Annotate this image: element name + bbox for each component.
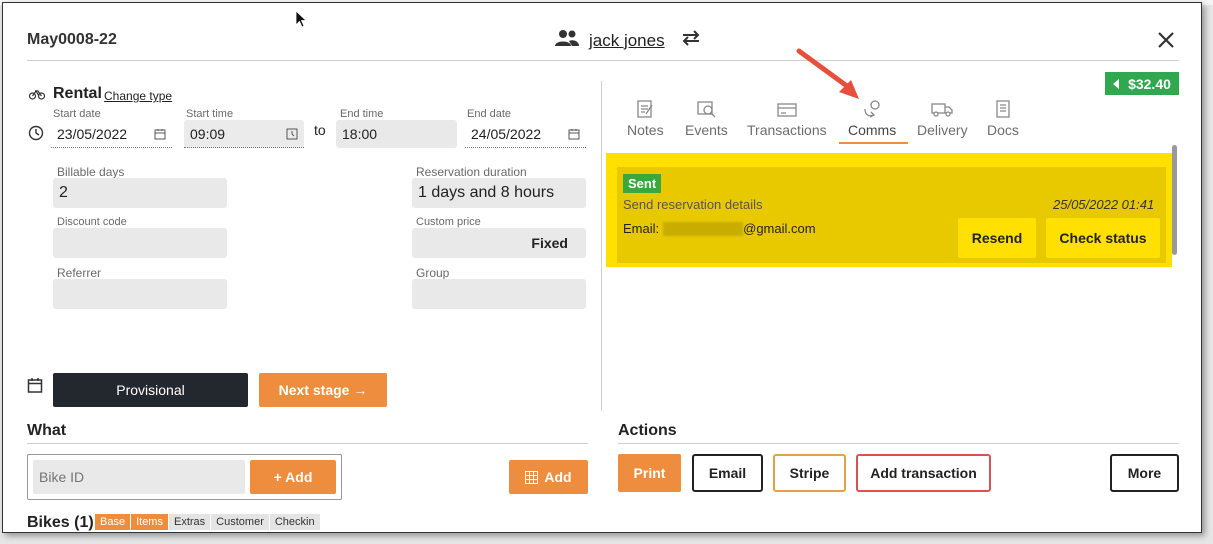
annotation-arrow-icon bbox=[793, 47, 873, 112]
column-divider bbox=[601, 81, 602, 411]
end-date-value: 24/05/2022 bbox=[471, 125, 542, 142]
email-domain: @gmail.com bbox=[743, 221, 816, 236]
add-transaction-button[interactable]: Add transaction bbox=[856, 454, 991, 492]
stripe-button[interactable]: Stripe bbox=[773, 454, 846, 492]
email-button[interactable]: Email bbox=[692, 454, 763, 492]
tag-checkin[interactable]: Checkin bbox=[269, 514, 320, 530]
more-button[interactable]: More bbox=[1110, 454, 1179, 492]
tag-extras[interactable]: Extras bbox=[168, 514, 211, 530]
tab-notes[interactable]: Notes bbox=[627, 99, 664, 138]
bike-icon bbox=[28, 87, 46, 105]
start-time-field[interactable]: 09:09 bbox=[184, 120, 304, 148]
end-date-label: End date bbox=[467, 108, 512, 120]
resend-button[interactable]: Resend bbox=[958, 218, 1036, 258]
what-divider bbox=[27, 443, 588, 444]
tab-transactions-label: Transactions bbox=[747, 122, 827, 138]
reservation-ref: May0008-22 bbox=[27, 31, 117, 48]
start-date-label: Start date bbox=[53, 108, 101, 120]
group-field[interactable] bbox=[412, 279, 586, 309]
billable-days-label: Billable days bbox=[57, 165, 125, 179]
balance-amount: $32.40 bbox=[1128, 75, 1171, 92]
swap-icon[interactable] bbox=[681, 30, 701, 51]
time-picker-icon[interactable] bbox=[286, 128, 298, 140]
end-date-field[interactable]: 24/05/2022 bbox=[465, 120, 586, 148]
tab-comms-label: Comms bbox=[848, 122, 897, 138]
tab-docs-label: Docs bbox=[987, 122, 1019, 138]
custom-price-field[interactable]: Fixed bbox=[412, 228, 586, 258]
end-time-label: End time bbox=[340, 108, 384, 120]
bikes-title: Bikes (1) bbox=[27, 514, 94, 531]
active-tab-indicator bbox=[839, 142, 908, 144]
mouse-cursor-icon bbox=[295, 10, 308, 33]
clock-icon bbox=[28, 125, 44, 146]
group-label: Group bbox=[416, 266, 450, 280]
customer-name[interactable]: jack jones bbox=[589, 31, 665, 51]
billable-days-field[interactable]: 2 bbox=[53, 178, 227, 208]
email-label: Email: bbox=[623, 221, 660, 236]
actions-divider bbox=[618, 443, 1179, 444]
comms-date: 25/05/2022 01:41 bbox=[1053, 197, 1155, 212]
reservation-duration-field: 1 days and 8 hours bbox=[412, 178, 586, 208]
custom-price-label: Custom price bbox=[416, 216, 481, 228]
next-stage-button[interactable]: Next stage → bbox=[259, 373, 387, 407]
actions-title: Actions bbox=[618, 422, 677, 439]
grid-add-button[interactable]: Add bbox=[509, 460, 588, 494]
bike-id-input[interactable] bbox=[33, 460, 245, 494]
end-time-field[interactable]: 18:00 bbox=[336, 120, 457, 148]
referrer-label: Referrer bbox=[57, 266, 102, 280]
print-button[interactable]: Print bbox=[618, 454, 681, 492]
start-date-field[interactable]: 23/05/2022 bbox=[51, 120, 172, 148]
provisional-stage-button[interactable]: Provisional bbox=[53, 373, 248, 407]
tab-notes-label: Notes bbox=[627, 122, 664, 138]
events-icon bbox=[697, 101, 716, 118]
close-icon[interactable] bbox=[1155, 29, 1177, 51]
reservation-duration-label: Reservation duration bbox=[416, 165, 527, 179]
sent-status-badge: Sent bbox=[623, 174, 662, 193]
customer-link[interactable]: jack jones bbox=[555, 29, 701, 52]
people-icon bbox=[555, 29, 579, 52]
referrer-field[interactable] bbox=[53, 279, 227, 309]
what-title: What bbox=[27, 422, 67, 439]
discount-code-label: Discount code bbox=[57, 216, 127, 228]
tag-customer[interactable]: Customer bbox=[211, 514, 269, 530]
start-time-value: 09:09 bbox=[190, 125, 226, 142]
document-icon bbox=[996, 100, 1010, 118]
tag-items[interactable]: Items bbox=[131, 514, 168, 530]
grid-icon bbox=[525, 470, 539, 484]
reservation-modal: May0008-22 jack jones Rental Change type… bbox=[2, 2, 1202, 533]
tab-delivery[interactable]: Delivery bbox=[917, 99, 968, 138]
notes-icon bbox=[637, 100, 653, 118]
rental-title: Rental bbox=[53, 85, 102, 102]
calendar-icon[interactable] bbox=[568, 128, 580, 140]
redacted-email-user bbox=[663, 221, 744, 236]
tab-delivery-label: Delivery bbox=[917, 122, 968, 138]
change-type-link[interactable]: Change type bbox=[104, 89, 172, 103]
tab-events-label: Events bbox=[685, 122, 728, 138]
caret-left-icon bbox=[1113, 76, 1120, 92]
end-time-value: 18:00 bbox=[342, 126, 378, 142]
start-time-label: Start time bbox=[186, 108, 234, 120]
check-status-button[interactable]: Check status bbox=[1046, 218, 1160, 258]
discount-code-field[interactable] bbox=[53, 228, 227, 258]
add-bike-button[interactable]: + Add bbox=[250, 460, 336, 494]
tab-docs[interactable]: Docs bbox=[987, 99, 1019, 138]
grid-add-label: Add bbox=[544, 469, 572, 485]
comms-email: Email: @gmail.com bbox=[623, 221, 816, 236]
header-divider bbox=[27, 60, 1179, 61]
start-date-value: 23/05/2022 bbox=[57, 125, 128, 142]
bike-tags: Base Items Extras Customer Checkin bbox=[95, 514, 320, 530]
truck-icon bbox=[931, 103, 953, 117]
calendar-icon[interactable] bbox=[27, 377, 43, 398]
calendar-icon[interactable] bbox=[154, 128, 166, 140]
comms-description: Send reservation details bbox=[623, 197, 763, 212]
tab-events[interactable]: Events bbox=[685, 99, 728, 138]
custom-price-mode: Fixed bbox=[531, 235, 568, 251]
balance-badge[interactable]: $32.40 bbox=[1105, 72, 1179, 95]
comms-scrollbar[interactable] bbox=[1172, 145, 1177, 255]
to-label: to bbox=[314, 122, 326, 138]
tag-base[interactable]: Base bbox=[95, 514, 131, 530]
